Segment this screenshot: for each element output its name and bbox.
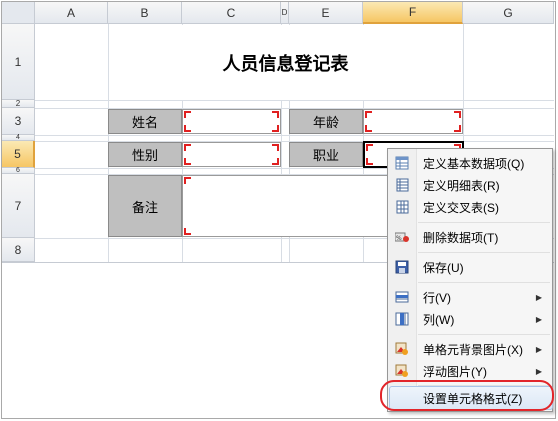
menu-separator <box>418 282 550 283</box>
form-title: 人员信息登记表 <box>222 53 349 75</box>
menu-separator <box>418 334 550 335</box>
row-header-8[interactable]: 8 <box>2 238 35 262</box>
menu-item-cell-background-image[interactable]: 单格元背景图片(X) ▶ <box>390 338 550 360</box>
column-header-e[interactable]: E <box>289 2 363 24</box>
row-header-1[interactable]: 1 <box>2 24 35 100</box>
submenu-arrow-icon: ▶ <box>535 366 542 376</box>
menu-item-label: 定义基本数据项(Q) <box>423 156 525 171</box>
highlight-ring <box>380 380 554 411</box>
submenu-arrow-icon: ▶ <box>535 292 542 302</box>
column-header-f[interactable]: F <box>363 2 463 24</box>
column-icon <box>395 312 409 326</box>
table-icon <box>395 156 409 170</box>
label-remark: 备注 <box>108 175 182 237</box>
row-header-3[interactable]: 3 <box>2 108 35 135</box>
submenu-arrow-icon: ▶ <box>535 344 542 354</box>
label-name: 姓名 <box>108 109 182 134</box>
title-cell[interactable]: 人员信息登记表 <box>109 25 462 100</box>
float-image-icon <box>395 364 409 378</box>
menu-item-label: 定义明细表(R) <box>423 178 500 193</box>
submenu-arrow-icon: ▶ <box>535 314 542 324</box>
menu-item-define-detail-table[interactable]: 定义明细表(R) <box>390 174 550 196</box>
row-header-7[interactable]: 7 <box>2 174 35 238</box>
menu-item-delete-data[interactable]: % 删除数据项(T) <box>390 226 550 248</box>
column-header-b[interactable]: B <box>108 2 182 24</box>
menu-item-label: 行(V) <box>423 290 451 305</box>
name-input-cell[interactable] <box>182 109 281 134</box>
column-header-d[interactable]: D <box>281 2 289 24</box>
age-input-cell[interactable] <box>363 109 463 134</box>
delete-data-icon: % <box>395 230 409 244</box>
detail-table-icon <box>395 178 409 192</box>
select-all-corner[interactable] <box>2 2 35 24</box>
gridline <box>35 100 554 101</box>
cross-table-icon <box>395 200 409 214</box>
gender-input-cell[interactable] <box>182 142 281 167</box>
menu-separator <box>418 222 550 223</box>
label-gender: 性别 <box>108 142 182 167</box>
column-header-c[interactable]: C <box>182 2 281 24</box>
context-menu: 定义基本数据项(Q) 定义明细表(R) 定义交叉表(S) % 删除数据项(T) … <box>387 148 553 412</box>
row-header-5[interactable]: 5 <box>2 141 35 168</box>
row-header-2[interactable]: 2 <box>2 99 35 108</box>
menu-item-label: 列(W) <box>423 312 455 327</box>
menu-separator <box>418 252 550 253</box>
menu-item-label: 单格元背景图片(X) <box>423 342 523 357</box>
svg-text:%: % <box>396 235 402 242</box>
menu-item-define-cross-table[interactable]: 定义交叉表(S) <box>390 196 550 218</box>
menu-item-label: 浮动图片(Y) <box>423 364 487 379</box>
row-icon <box>395 290 409 304</box>
background-image-icon <box>395 342 409 356</box>
menu-item-define-basic-data[interactable]: 定义基本数据项(Q) <box>390 152 550 174</box>
menu-item-label: 删除数据项(T) <box>423 230 499 245</box>
menu-item-row[interactable]: 行(V) ▶ <box>390 286 550 308</box>
menu-item-label: 保存(U) <box>423 260 464 275</box>
column-header-g[interactable]: G <box>463 2 554 24</box>
menu-item-label: 定义交叉表(S) <box>423 200 499 215</box>
menu-item-save[interactable]: 保存(U) <box>390 256 550 278</box>
column-header-a[interactable]: A <box>35 2 108 24</box>
menu-item-floating-image[interactable]: 浮动图片(Y) ▶ <box>390 360 550 382</box>
menu-item-column[interactable]: 列(W) ▶ <box>390 308 550 330</box>
gridline <box>35 135 554 136</box>
label-job: 职业 <box>289 142 363 167</box>
label-age: 年龄 <box>289 109 363 134</box>
save-icon <box>395 260 409 274</box>
